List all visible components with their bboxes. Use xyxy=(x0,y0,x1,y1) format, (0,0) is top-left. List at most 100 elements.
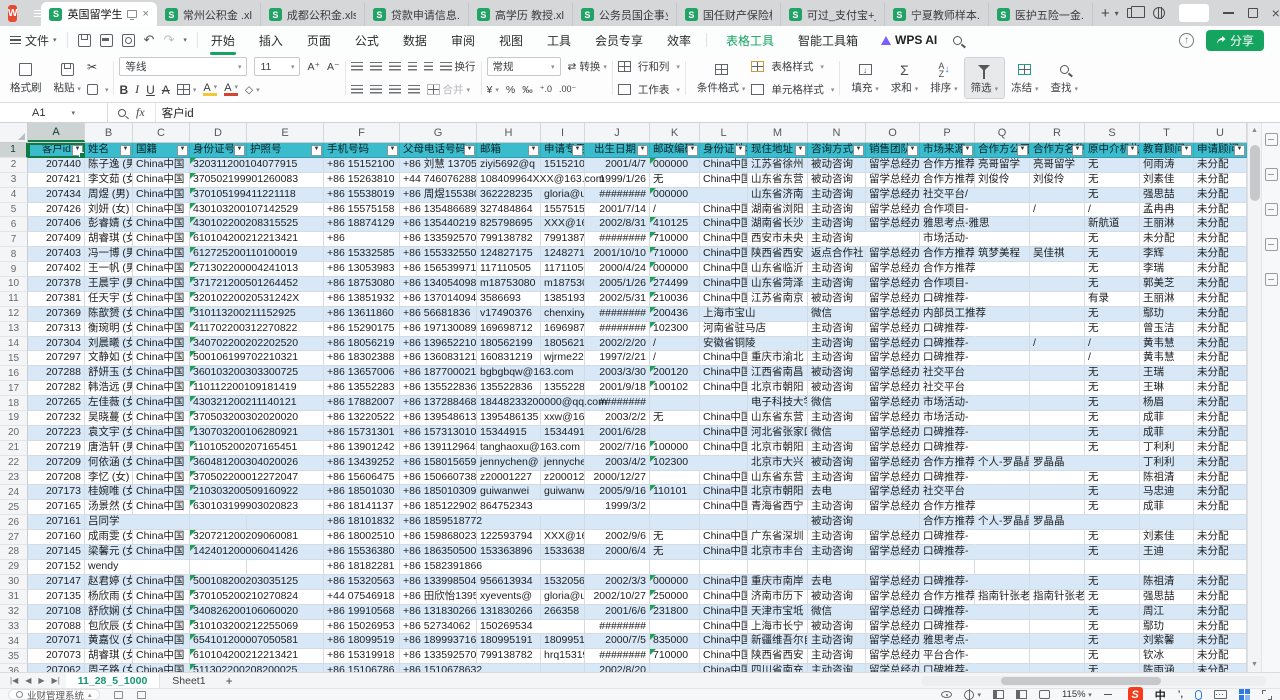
cell[interactable]: +86 1573130101 xyxy=(400,426,477,441)
cell[interactable]: 2002/2/20 xyxy=(585,337,650,352)
cell[interactable]: China中国 xyxy=(133,366,190,381)
cell[interactable]: China中国 xyxy=(133,664,190,672)
cell[interactable]: 207147 xyxy=(28,575,85,590)
cell[interactable]: 207071 xyxy=(28,634,85,649)
cell[interactable]: / xyxy=(650,351,700,366)
row-header-33[interactable]: 33 xyxy=(0,620,28,635)
bold-button[interactable]: B xyxy=(119,83,128,97)
cell[interactable]: 207378 xyxy=(28,277,85,292)
cell[interactable] xyxy=(585,515,650,530)
menu-item-开始[interactable]: 开始 xyxy=(210,27,236,54)
cell[interactable]: 207073 xyxy=(28,649,85,664)
decrease-font-button[interactable]: A⁻ xyxy=(327,61,340,73)
cell[interactable]: +86 15263810 xyxy=(324,173,400,188)
cell[interactable]: 口碑推荐- xyxy=(920,575,975,590)
cell[interactable]: China中国 xyxy=(133,456,190,471)
cell[interactable]: China中国 xyxy=(700,530,748,545)
cell[interactable] xyxy=(477,560,541,575)
filter-dropdown-icon[interactable]: ▼ xyxy=(528,145,539,156)
format-painter-button[interactable]: 格式刷 xyxy=(4,57,48,99)
header-cell[interactable]: 国籍▼ xyxy=(133,143,190,158)
convert-button[interactable]: ⇄ 转换▾ xyxy=(568,59,607,74)
cell[interactable]: bgbgbqw@163.com xyxy=(477,366,541,381)
cell[interactable]: 000000 xyxy=(650,262,700,277)
share-screen-icon[interactable] xyxy=(127,10,137,18)
cell[interactable]: +86 1971300890 xyxy=(400,322,477,337)
cell[interactable]: 微信 xyxy=(808,396,866,411)
wrap-text-button[interactable]: 换行 xyxy=(440,59,476,74)
header-cell[interactable]: 原中介机构▼ xyxy=(1085,143,1140,158)
cell[interactable]: 山东省东营 xyxy=(748,173,808,188)
cell[interactable] xyxy=(1030,396,1085,411)
cell[interactable]: 市场活动- xyxy=(920,396,975,411)
cell[interactable] xyxy=(975,605,1030,620)
cell[interactable]: 留学总经办 xyxy=(866,441,920,456)
cell[interactable]: 未分配 xyxy=(1194,158,1247,173)
font-color-button[interactable]: A▾ xyxy=(224,83,238,96)
cell[interactable]: 留学总经办 xyxy=(866,217,920,232)
cell[interactable] xyxy=(748,307,808,322)
cell[interactable]: 强思喆 xyxy=(1140,188,1194,203)
row-header-7[interactable]: 7 xyxy=(0,232,28,247)
cell[interactable]: China中国 xyxy=(133,232,190,247)
cell[interactable]: China中国 xyxy=(700,441,748,456)
header-cell[interactable]: 合作方名称▼ xyxy=(1030,143,1085,158)
cell[interactable] xyxy=(1085,456,1140,471)
cell[interactable]: 2000/4/24 xyxy=(585,262,650,277)
highlight-color-button[interactable]: A▾ xyxy=(203,83,217,96)
cell[interactable]: 留学总经办 xyxy=(866,590,920,605)
cell[interactable]: 18448233200000@qq.com xyxy=(477,396,541,411)
cell[interactable]: 社交平台 xyxy=(920,485,975,500)
cell[interactable]: 留学总经办 xyxy=(866,203,920,218)
document-tab[interactable]: S医护五险一金.xlsx xyxy=(989,3,1093,26)
cell[interactable]: 1997/2/21 xyxy=(585,351,650,366)
row-header-22[interactable]: 22 xyxy=(0,456,28,471)
normal-view-icon[interactable] xyxy=(993,690,1004,699)
cell[interactable]: China中国 xyxy=(133,158,190,173)
cell[interactable]: 山东省东营 xyxy=(748,411,808,426)
cell[interactable]: 刘紫馨 xyxy=(1140,634,1194,649)
cell[interactable]: 1395486135 xyxy=(477,411,541,426)
cell[interactable]: 王瑞 xyxy=(1140,366,1194,381)
cell[interactable]: 102300 xyxy=(650,322,700,337)
filter-dropdown-icon[interactable]: ▼ xyxy=(311,145,322,156)
cell[interactable]: 李瑞 xyxy=(1140,262,1194,277)
cell[interactable] xyxy=(975,381,1030,396)
cell[interactable]: +86 15319918 xyxy=(324,649,400,664)
cell[interactable]: 李文茹 (女 xyxy=(85,173,133,188)
cell[interactable] xyxy=(700,396,748,411)
cell[interactable] xyxy=(748,560,808,575)
row-header-2[interactable]: 2 xyxy=(0,158,28,173)
filter-dropdown-icon[interactable]: ▼ xyxy=(1072,145,1083,156)
print-preview-icon[interactable] xyxy=(122,34,135,47)
cell[interactable]: xyevents@ xyxy=(477,590,541,605)
document-tab[interactable]: S国任财产保险样本. xyxy=(677,3,781,26)
cell[interactable]: 留学总经办 xyxy=(866,411,920,426)
cell[interactable]: / xyxy=(650,203,700,218)
cell[interactable]: 成雨雯 (女 xyxy=(85,530,133,545)
cell[interactable]: 未分配 xyxy=(1194,664,1247,672)
cell[interactable]: 王一帆 (男 xyxy=(85,262,133,277)
cell[interactable]: 630103199903020823 xyxy=(190,500,247,515)
cell[interactable]: 被动咨询 xyxy=(808,590,866,605)
cell[interactable]: +86 15536380 xyxy=(324,545,400,560)
cell[interactable] xyxy=(920,560,975,575)
cell[interactable]: China中国 xyxy=(133,292,190,307)
cell[interactable]: 102300 xyxy=(650,456,700,471)
cell[interactable]: China中国 xyxy=(133,307,190,322)
column-header-M[interactable]: M xyxy=(748,123,808,142)
cell[interactable]: +86 1395486135 xyxy=(400,411,477,426)
page-layout-view-icon[interactable] xyxy=(1016,690,1027,699)
cell[interactable]: 169698712 xyxy=(477,322,541,337)
align-middle-icon[interactable] xyxy=(370,62,382,71)
cell[interactable]: 207108 xyxy=(28,605,85,620)
document-tab[interactable]: S可过_支付宝+_滴滴 xyxy=(781,3,885,26)
cell[interactable]: 2003/4/2 xyxy=(585,456,650,471)
cell[interactable] xyxy=(477,515,541,530)
cell[interactable] xyxy=(748,337,808,352)
cell[interactable]: ######## xyxy=(585,322,650,337)
cell[interactable]: 李忆 (女) xyxy=(85,471,133,486)
cell[interactable]: 2002/10/27 xyxy=(585,590,650,605)
cell[interactable]: 142401200006041426 xyxy=(190,545,247,560)
cell[interactable]: 合作方推荐 xyxy=(920,173,975,188)
